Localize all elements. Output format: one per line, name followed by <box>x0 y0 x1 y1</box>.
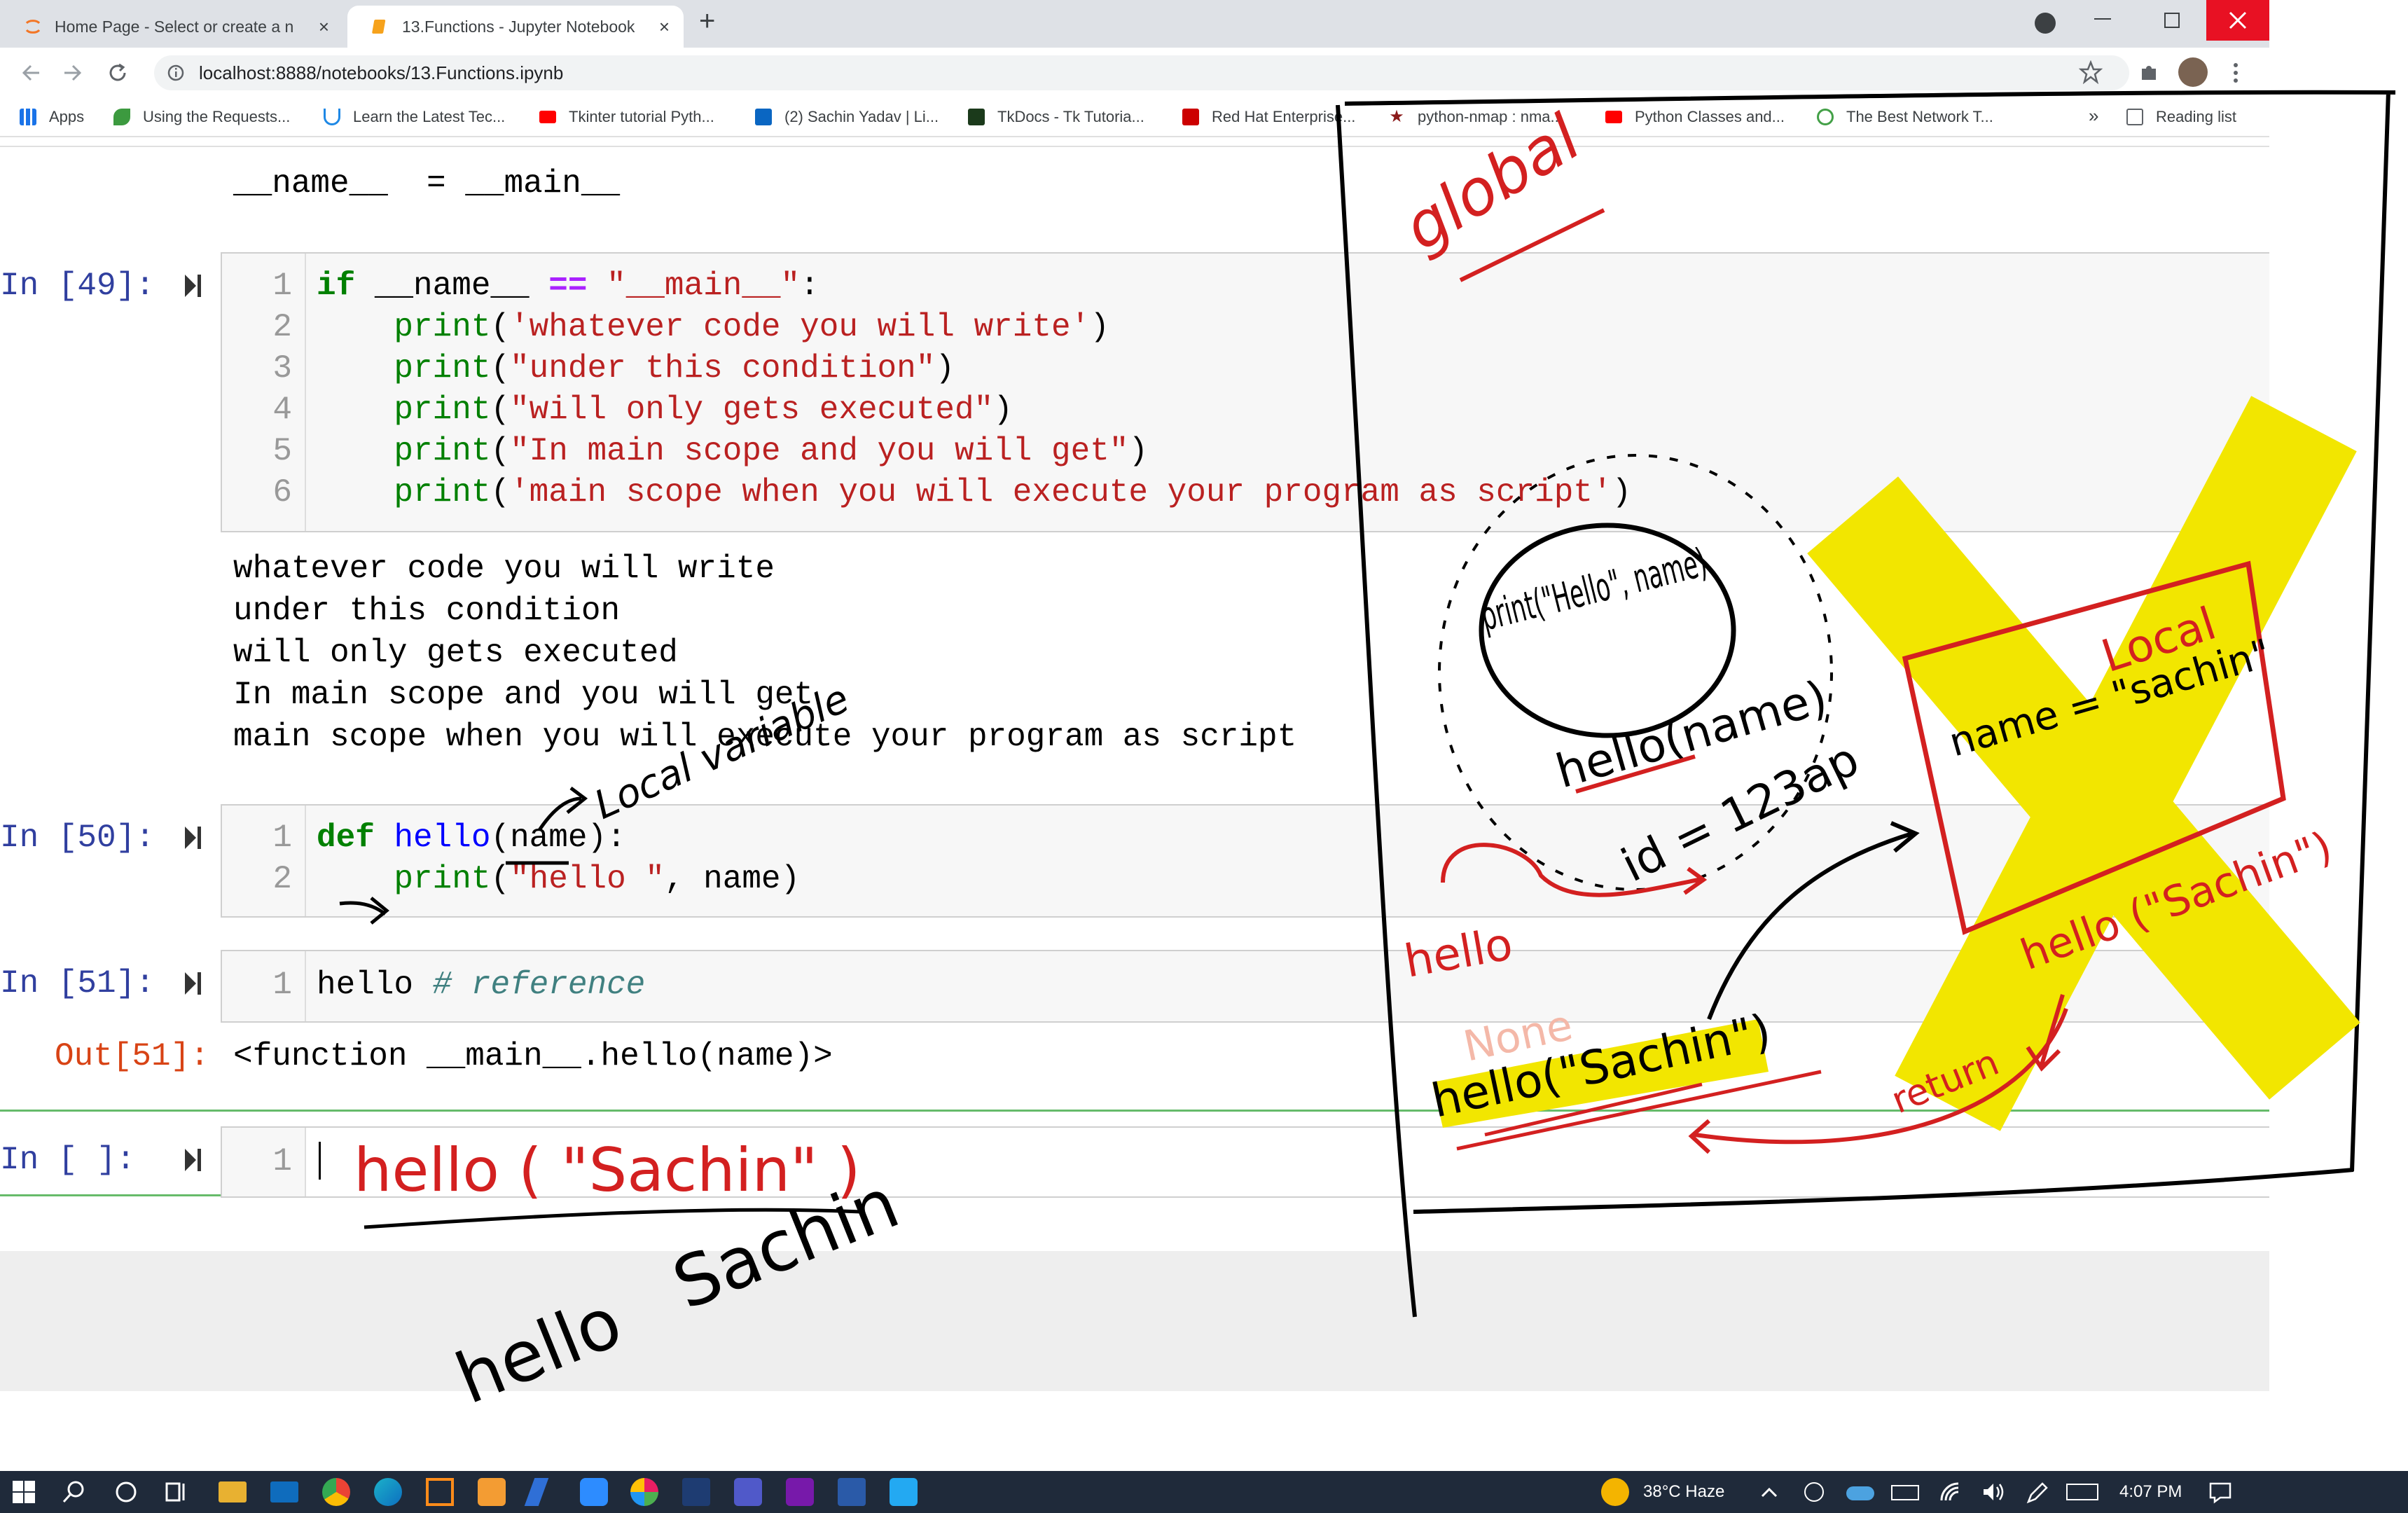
hello-side-label: hello <box>1401 918 1516 988</box>
powershell-icon[interactable] <box>838 1478 866 1506</box>
weather-text[interactable]: 38°C Haze <box>1643 1482 1724 1502</box>
cortana-icon[interactable] <box>112 1478 140 1506</box>
edge-icon[interactable] <box>374 1478 402 1506</box>
hello-word: hello <box>445 1280 632 1420</box>
windows-taskbar: 38°C Haze 4:07 PM <box>0 1471 2408 1513</box>
app-icon[interactable] <box>478 1478 506 1506</box>
name-arrow <box>537 787 588 831</box>
file-explorer-icon[interactable] <box>219 1481 247 1502</box>
print-hello-note: print("Hello", name) <box>1476 540 1712 640</box>
notification-icon[interactable] <box>2206 1478 2234 1506</box>
keyboard-icon[interactable] <box>2066 1484 2098 1500</box>
onenote-icon[interactable] <box>786 1478 814 1506</box>
outlook-icon[interactable] <box>270 1481 298 1502</box>
whiteboard-icon[interactable] <box>682 1478 710 1506</box>
search-icon[interactable] <box>60 1478 88 1506</box>
pen-icon[interactable] <box>2023 1478 2051 1506</box>
chevron-up-icon[interactable] <box>1755 1478 1783 1506</box>
vscode-icon[interactable] <box>890 1478 918 1506</box>
zoom-icon[interactable] <box>580 1478 608 1506</box>
cell-hello-handwriting: hello ( "Sachin" ) <box>354 1135 861 1205</box>
office-icon[interactable] <box>426 1478 454 1506</box>
windows-start-icon[interactable] <box>10 1478 38 1506</box>
highlight-x <box>1807 396 2360 1131</box>
meet-now-icon[interactable] <box>1804 1482 1824 1502</box>
battery-icon[interactable] <box>1891 1485 1919 1500</box>
wifi-icon[interactable] <box>1936 1478 1964 1506</box>
slack-icon[interactable] <box>630 1478 658 1506</box>
task-view-icon[interactable] <box>162 1478 191 1506</box>
teams-icon[interactable] <box>734 1478 762 1506</box>
call-arrow <box>1707 821 1920 1021</box>
indent-arrow <box>339 897 389 925</box>
weather-icon <box>1601 1478 1629 1506</box>
pen-annotations: global Local variable print("Hello", nam… <box>339 90 2396 1420</box>
global-label: global <box>1391 101 1593 265</box>
clock-time[interactable]: 4:07 PM <box>2119 1482 2182 1502</box>
chrome-icon[interactable] <box>322 1478 350 1506</box>
pen-app-icon[interactable] <box>524 1478 549 1506</box>
local-variable-note: Local variable <box>588 676 856 829</box>
onedrive-icon[interactable] <box>1846 1486 1874 1500</box>
volume-icon[interactable] <box>1979 1478 2007 1506</box>
